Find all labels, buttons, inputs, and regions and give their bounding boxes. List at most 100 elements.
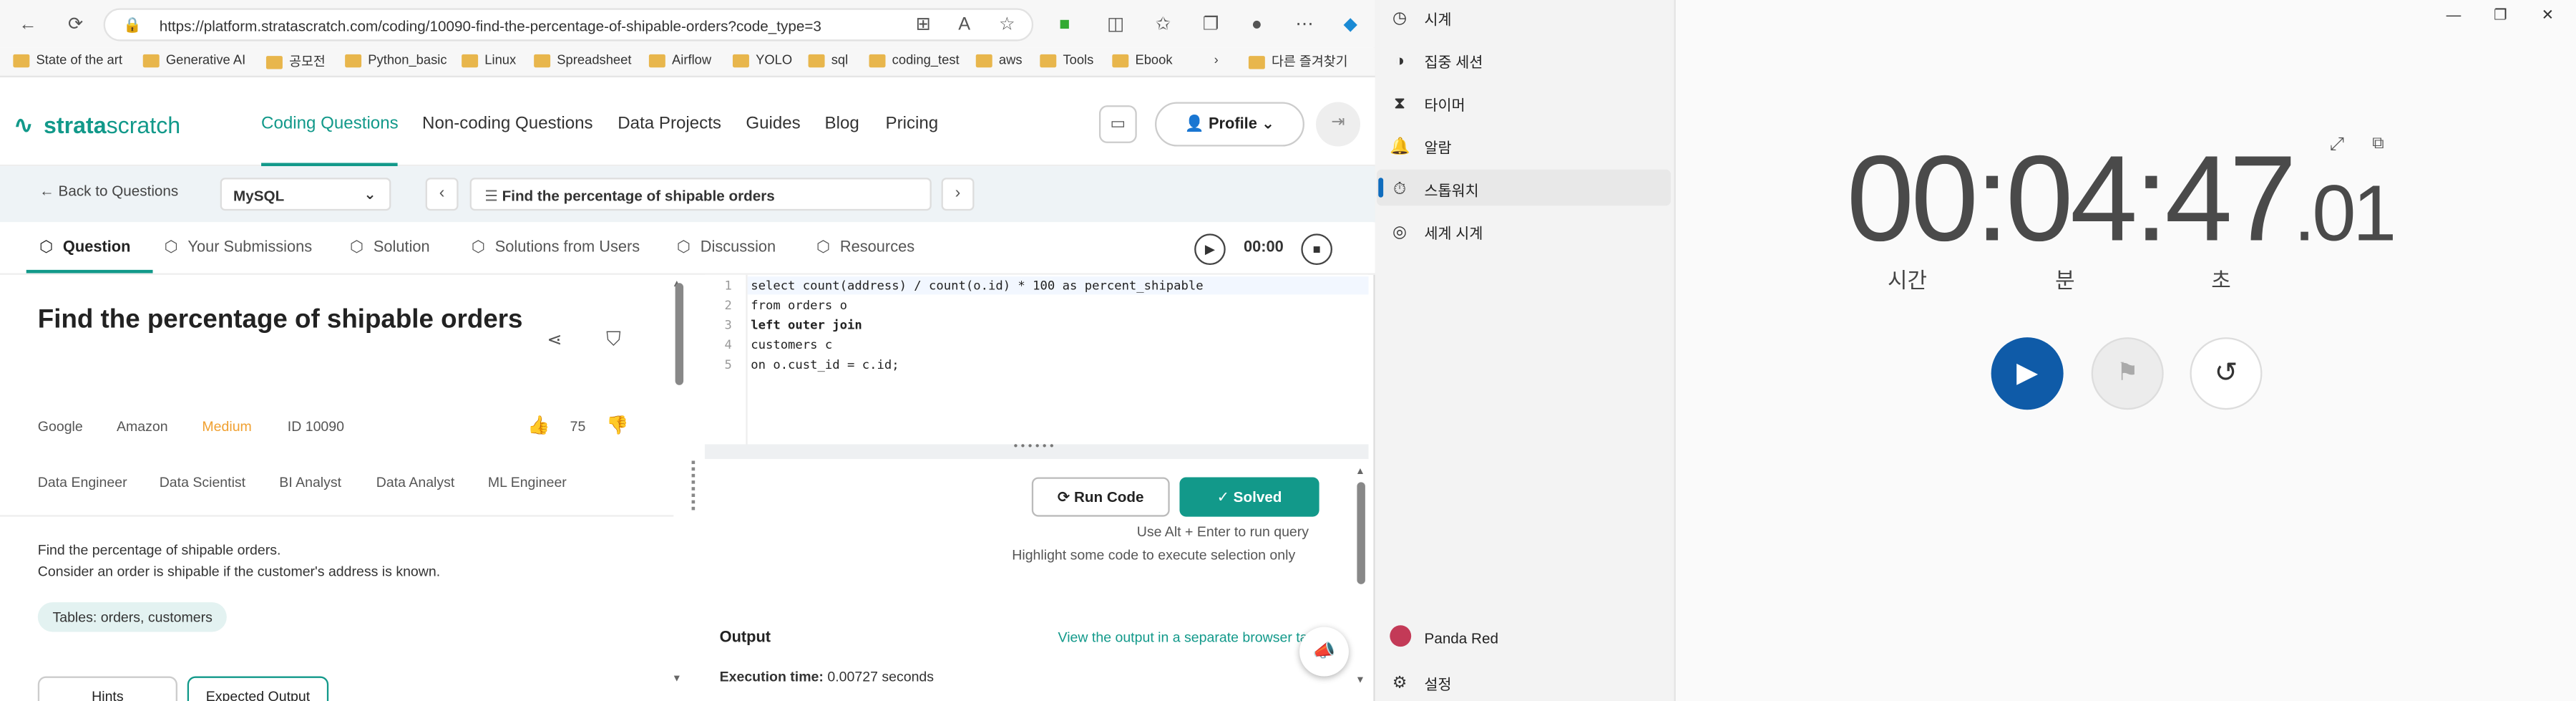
hints-button[interactable]: Hints [37,676,177,701]
tab-question[interactable]: ⬡ Question [39,238,130,256]
minimize-icon[interactable]: — [2446,6,2462,23]
bookmark-item[interactable]: Linux [462,53,516,67]
role-tag[interactable]: Data Engineer [38,474,127,490]
site-info-icon[interactable]: 🔒 [123,16,142,34]
prev-question-button[interactable]: ‹ [425,178,459,211]
language-select[interactable]: MySQL ⌄ [220,178,391,211]
timer-play-icon[interactable]: ▶ [1194,233,1226,265]
question-scrollbar[interactable] [675,283,684,385]
bookmark-item[interactable]: State of the art [13,53,122,67]
logout-icon[interactable]: ⇥ [1316,102,1361,147]
lap-button[interactable]: ⚑ [2091,337,2164,410]
bookmarks-overflow-icon[interactable]: › [1214,53,1219,68]
bookmark-item[interactable]: Airflow [648,53,711,67]
avatar[interactable] [1390,625,1412,647]
output-separate-tab-link[interactable]: View the output in a separate browser ta… [1058,629,1308,645]
bookmark-item[interactable]: Ebook [1112,53,1173,67]
panel-resize-handle[interactable] [691,460,697,511]
bookmark-icon[interactable]: ⛉ [606,327,621,352]
more-menu-icon[interactable]: ⋯ [1288,8,1321,41]
tab-discussion[interactable]: ⬡ Discussion [677,238,776,256]
code-line[interactable]: from orders o [751,298,847,313]
role-tag[interactable]: ML Engineer [488,474,567,490]
role-tag[interactable]: BI Analyst [279,474,341,490]
tab-solutions-from-users[interactable]: ⬡ Solutions from Users [472,238,640,256]
tab-solution[interactable]: ⬡ Solution [350,238,430,256]
question-select[interactable]: ☰ Find the percentage of shipable orders [469,178,932,211]
tab-resources[interactable]: ⬡ Resources [816,238,914,256]
sidebar-item-timer[interactable]: ⧗ 타이머 [1390,94,1465,115]
role-tag[interactable]: Data Scientist [160,474,245,490]
run-code-button[interactable]: ⟳ Run Code [1031,477,1170,517]
code-line[interactable]: left outer join [751,318,862,333]
bookmark-item[interactable]: Tools [1040,53,1093,67]
bookmark-item[interactable]: Spreadsheet [534,53,631,67]
bookmarks-bar: State of the art Generative AI 공모전 Pytho… [0,47,1375,78]
chevron-down-icon: ⌄ [1261,115,1275,134]
scroll-up-icon[interactable]: ▲ [1355,468,1365,478]
thumbs-down-icon[interactable]: 👎 [606,415,628,436]
bookmark-item[interactable]: YOLO [732,53,792,67]
address-bar[interactable]: 🔒 https://platform.stratascratch.com/cod… [103,8,1034,42]
share-icon[interactable]: ⋖ [547,329,562,351]
user-name[interactable]: Panda Red [1425,630,1498,647]
sidebar-item-focus[interactable]: ◑ 집중 세션 [1390,51,1483,72]
code-line[interactable]: select count(address) / count(o.id) * 10… [751,278,1203,293]
sidebar-item-alarm[interactable]: 🔔 알람 [1390,137,1451,158]
feedback-icon[interactable]: 📣 [1299,627,1349,677]
drag-dots-icon[interactable]: • • • • • • [1014,441,1054,453]
copilot-icon[interactable]: ◆ [1334,8,1367,41]
bookmark-item[interactable]: Generative AI [142,53,245,67]
results-scrollbar[interactable] [1357,482,1365,584]
split-screen-icon[interactable]: ◫ [1099,8,1132,41]
thumbs-up-icon[interactable]: 👍 [527,415,550,436]
nav-data-projects[interactable]: Data Projects [618,114,721,134]
profile-button[interactable]: 👤 Profile ⌄ [1155,102,1304,147]
nav-blog[interactable]: Blog [825,114,859,134]
back-arrow-icon[interactable]: ← [11,8,44,41]
scroll-down-icon[interactable]: ▼ [672,675,682,685]
nav-guides[interactable]: Guides [746,114,800,134]
extension-2-icon[interactable]: ● [1240,8,1273,41]
bookmark-item[interactable]: aws [975,53,1023,67]
code-line[interactable]: customers c [751,337,832,352]
extension-icon[interactable]: ■ [1048,8,1081,41]
solved-button[interactable]: ✓ Solved [1179,477,1319,517]
apps-icon[interactable]: ⊞ [907,8,940,41]
tab-your-submissions[interactable]: ⬡ Your Submissions [165,238,313,256]
bookmark-item[interactable]: 공모전 [265,53,326,71]
exec-value: 0.00727 seconds [827,668,935,685]
maximize-icon[interactable]: ❐ [2494,6,2507,24]
desktop-icon[interactable]: ▭ [1098,105,1137,143]
bookmark-item[interactable]: Python_basic [345,53,447,67]
role-tag[interactable]: Data Analyst [376,474,455,490]
nav-coding-questions[interactable]: Coding Questions [261,114,399,134]
sidebar-item-stopwatch[interactable]: ⏱ 스톱워치 [1390,179,1478,200]
refresh-icon[interactable]: ⟳ [59,8,92,41]
bookmark-item[interactable]: coding_test [869,53,960,67]
company-tag[interactable]: Google [38,418,83,435]
sidebar-item-clock[interactable]: ◷ 시계 [1390,8,1452,29]
bookmark-item[interactable]: sql [808,53,848,67]
back-to-questions-link[interactable]: ← Back to Questions [39,183,178,199]
favorite-star-icon[interactable]: ☆ [990,8,1023,41]
stratascratch-logo[interactable]: ∿ stratascratch [13,110,180,140]
favorites-icon[interactable]: ✩ [1147,8,1180,41]
code-line[interactable]: on o.cust_id = c.id; [751,357,899,372]
nav-pricing[interactable]: Pricing [885,114,938,134]
expected-output-button[interactable]: Expected Output [187,676,329,701]
nav-non-coding-questions[interactable]: Non-coding Questions [422,114,593,134]
next-question-button[interactable]: › [941,178,975,211]
reset-button[interactable]: ↺ [2190,337,2263,410]
logo-mark-icon: ∿ [13,112,34,140]
sidebar-item-world-clock[interactable]: ◎ 세계 시계 [1390,222,1483,243]
close-icon[interactable]: ✕ [2542,6,2554,24]
collections-icon[interactable]: ❐ [1194,8,1227,41]
timer-stop-icon[interactable]: ■ [1301,233,1332,265]
company-tag[interactable]: Amazon [117,418,168,435]
start-button[interactable]: ▶ [1991,337,2064,410]
read-aloud-icon[interactable]: A [948,8,981,41]
scroll-down-icon[interactable]: ▼ [1355,677,1365,687]
sidebar-item-settings[interactable]: ⚙ 설정 [1390,673,1452,695]
bookmark-item[interactable]: 다른 즐겨찾기 [1248,53,1348,71]
